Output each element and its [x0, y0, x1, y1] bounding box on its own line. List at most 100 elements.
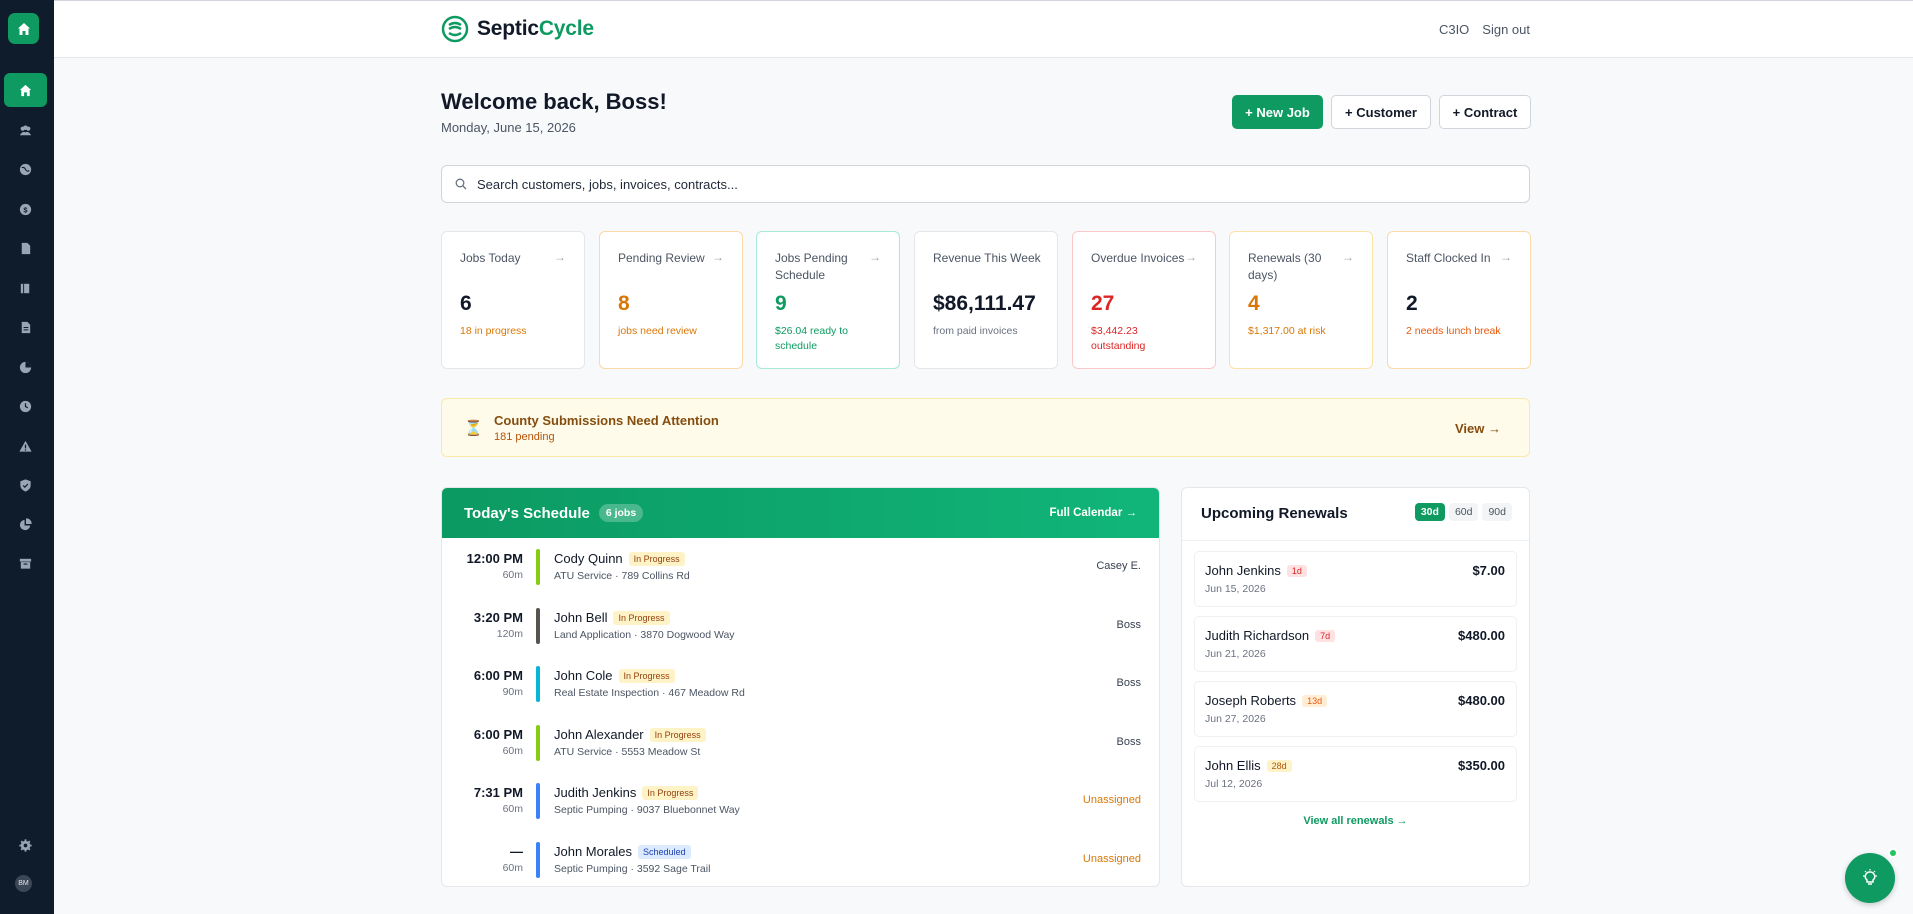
add-customer-button[interactable]: + Customer [1331, 95, 1431, 129]
stat-label: Jobs Pending Schedule [775, 251, 848, 282]
renewal-date: Jun 15, 2026 [1205, 583, 1266, 595]
lightbulb-icon [1863, 869, 1877, 885]
renewal-amount: $480.00 [1458, 628, 1505, 643]
sidebar-item-map[interactable] [4, 350, 47, 384]
stat-subtext: $1,317.00 at risk [1248, 325, 1326, 337]
home-icon [19, 84, 32, 96]
map-icon [19, 361, 32, 373]
sidebar-item-alerts[interactable] [4, 429, 47, 463]
renewal-amount: $350.00 [1458, 758, 1505, 773]
sidebar-item-home[interactable] [4, 73, 47, 107]
renewal-item[interactable]: Judith Richardson 7d Jun 21, 2026 $480.00 [1194, 616, 1517, 672]
avatar[interactable]: BM [15, 875, 32, 892]
sidebar-item-archive[interactable] [4, 546, 47, 580]
page-title: Welcome back, Boss! [441, 89, 667, 114]
stat-subtext: from paid invoices [933, 325, 1018, 337]
sign-out-link[interactable]: Sign out [1482, 22, 1530, 37]
job-status-badge: In Progress [649, 727, 706, 742]
sidebar-item-timeclock[interactable] [4, 389, 47, 423]
view-all-renewals-link[interactable]: View all renewals → [1182, 815, 1529, 827]
stat-label: Staff Clocked In [1406, 251, 1491, 265]
job-status-badge: In Progress [613, 610, 670, 625]
topbar: SepticCycle C3IO Sign out [54, 0, 1913, 58]
add-contract-button[interactable]: + Contract [1439, 95, 1531, 129]
schedule-header: Today's Schedule 6 jobs Full Calendar → [442, 488, 1159, 538]
arrow-right-icon: → [554, 250, 566, 264]
schedule-row[interactable]: 7:31 PM 60m Judith Jenkins In Progress Septi… [442, 772, 1159, 830]
stat-card-staff-clocked-in[interactable]: Staff Clocked In → 2 2 needs lunch break [1387, 231, 1531, 369]
stat-value: 8 [618, 292, 630, 315]
job-description: Land Application · 3870 Dogwood Way [554, 628, 735, 641]
job-duration: 60m [502, 744, 523, 757]
renewal-customer: Joseph Roberts 13d [1205, 693, 1328, 708]
stat-card-jobs-pending-schedule[interactable]: Jobs Pending Schedule → 9 $26.04 ready t… [756, 231, 900, 369]
todays-schedule-panel: Today's Schedule 6 jobs Full Calendar → … [441, 487, 1160, 887]
sidebar-item-compliance[interactable] [4, 468, 47, 502]
job-customer: John Cole In Progress [554, 668, 675, 683]
pie-icon [19, 517, 32, 530]
renewal-customer: Judith Richardson 7d [1205, 628, 1336, 643]
sidebar-item-reports[interactable] [4, 310, 47, 344]
schedule-row[interactable]: 6:00 PM 90m John Cole In Progress Real Estat… [442, 655, 1159, 713]
job-duration: 90m [502, 686, 523, 698]
assistant-button[interactable] [1845, 853, 1895, 903]
new-job-button[interactable]: + New Job [1232, 95, 1323, 129]
renewal-item[interactable]: John Jenkins 1d Jun 15, 2026 $7.00 [1194, 551, 1517, 607]
top-links: C3IO Sign out [1439, 22, 1530, 37]
renewal-date: Jul 12, 2026 [1205, 778, 1263, 790]
sidebar-item-service-areas[interactable] [4, 152, 47, 186]
tab-30d[interactable]: 30d [1414, 503, 1445, 521]
stat-value: 4 [1248, 292, 1260, 315]
stat-card-renewals[interactable]: Renewals (30 days) → 4 $1,317.00 at risk [1229, 231, 1373, 369]
upcoming-renewals-panel: Upcoming Renewals 30d 60d 90d John Jenki… [1181, 487, 1530, 887]
schedule-row[interactable]: 3:20 PM 120m John Bell In Progress Land Appl… [442, 597, 1159, 655]
schedule-row[interactable]: 12:00 PM 60m Cody Quinn In Progress ATU Serv… [442, 538, 1159, 596]
user-link[interactable]: C3IO [1439, 22, 1469, 37]
stat-label: Jobs Today [460, 251, 521, 265]
days-left-badge: 28d [1266, 760, 1292, 772]
stat-card-revenue-week[interactable]: Revenue This Week $86,111.47 from paid i… [914, 231, 1058, 369]
renewal-item[interactable]: Joseph Roberts 13d Jun 27, 2026 $480.00 [1194, 681, 1517, 737]
tab-90d[interactable]: 90d [1482, 503, 1512, 521]
renewal-date: Jun 27, 2026 [1205, 713, 1266, 725]
arrow-right-icon: → [1342, 250, 1354, 264]
schedule-row[interactable]: 6:00 PM 60m John Alexander In Progress ATU S… [442, 714, 1159, 772]
job-duration: 60m [502, 569, 523, 581]
schedule-row[interactable]: — 60m John Morales Scheduled Septic Pumping … [442, 831, 1159, 887]
globe-icon [19, 163, 32, 175]
tab-60d[interactable]: 60d [1448, 503, 1479, 521]
job-customer: Cody Quinn In Progress [554, 551, 685, 566]
search-input[interactable] [477, 176, 1477, 192]
arrow-right-icon: → [1185, 250, 1197, 264]
county-submissions-banner: ⏳ County Submissions Need Attention 181 … [441, 398, 1530, 457]
job-customer: John Morales Scheduled [554, 844, 691, 859]
brand-name: SepticCycle [477, 17, 594, 40]
brand[interactable]: SepticCycle [441, 15, 594, 43]
stat-card-jobs-today[interactable]: Jobs Today → 6 18 in progress [441, 231, 585, 369]
stat-subtext: 18 in progress [460, 325, 527, 337]
schedule-title: Today's Schedule [464, 504, 590, 522]
sidebar-item-contracts[interactable] [4, 271, 47, 305]
job-description: Septic Pumping · 3592 Sage Trail [554, 862, 711, 875]
stat-subtext: jobs need review [618, 325, 697, 337]
sidebar-item-analytics[interactable] [4, 507, 47, 541]
full-calendar-link[interactable]: Full Calendar → [1049, 507, 1137, 519]
stat-subtext: 2 needs lunch break [1406, 325, 1501, 337]
stat-card-overdue-invoices[interactable]: Overdue Invoices → 27 $3,442.23 outstand… [1072, 231, 1216, 369]
sidebar-item-customers[interactable] [4, 113, 47, 147]
sidebar-item-invoices[interactable] [4, 231, 47, 265]
sidebar-item-settings[interactable] [4, 828, 47, 862]
banner-view-link[interactable]: View → [1455, 421, 1501, 436]
banner-title: County Submissions Need Attention [494, 413, 719, 428]
job-type-color-bar [536, 549, 540, 585]
app-home-icon[interactable] [8, 13, 39, 44]
renewal-item[interactable]: John Ellis 28d Jul 12, 2026 $350.00 [1194, 746, 1517, 802]
job-type-color-bar [536, 841, 540, 878]
job-customer: Judith Jenkins In Progress [554, 785, 699, 800]
arrow-right-icon: → [869, 250, 881, 264]
sidebar-item-billing[interactable]: $ [4, 192, 47, 226]
stat-card-pending-review[interactable]: Pending Review → 8 jobs need review [599, 231, 743, 369]
job-status-badge: In Progress [628, 552, 685, 566]
job-time: 12:00 PM [466, 551, 523, 566]
document-icon [21, 242, 31, 254]
